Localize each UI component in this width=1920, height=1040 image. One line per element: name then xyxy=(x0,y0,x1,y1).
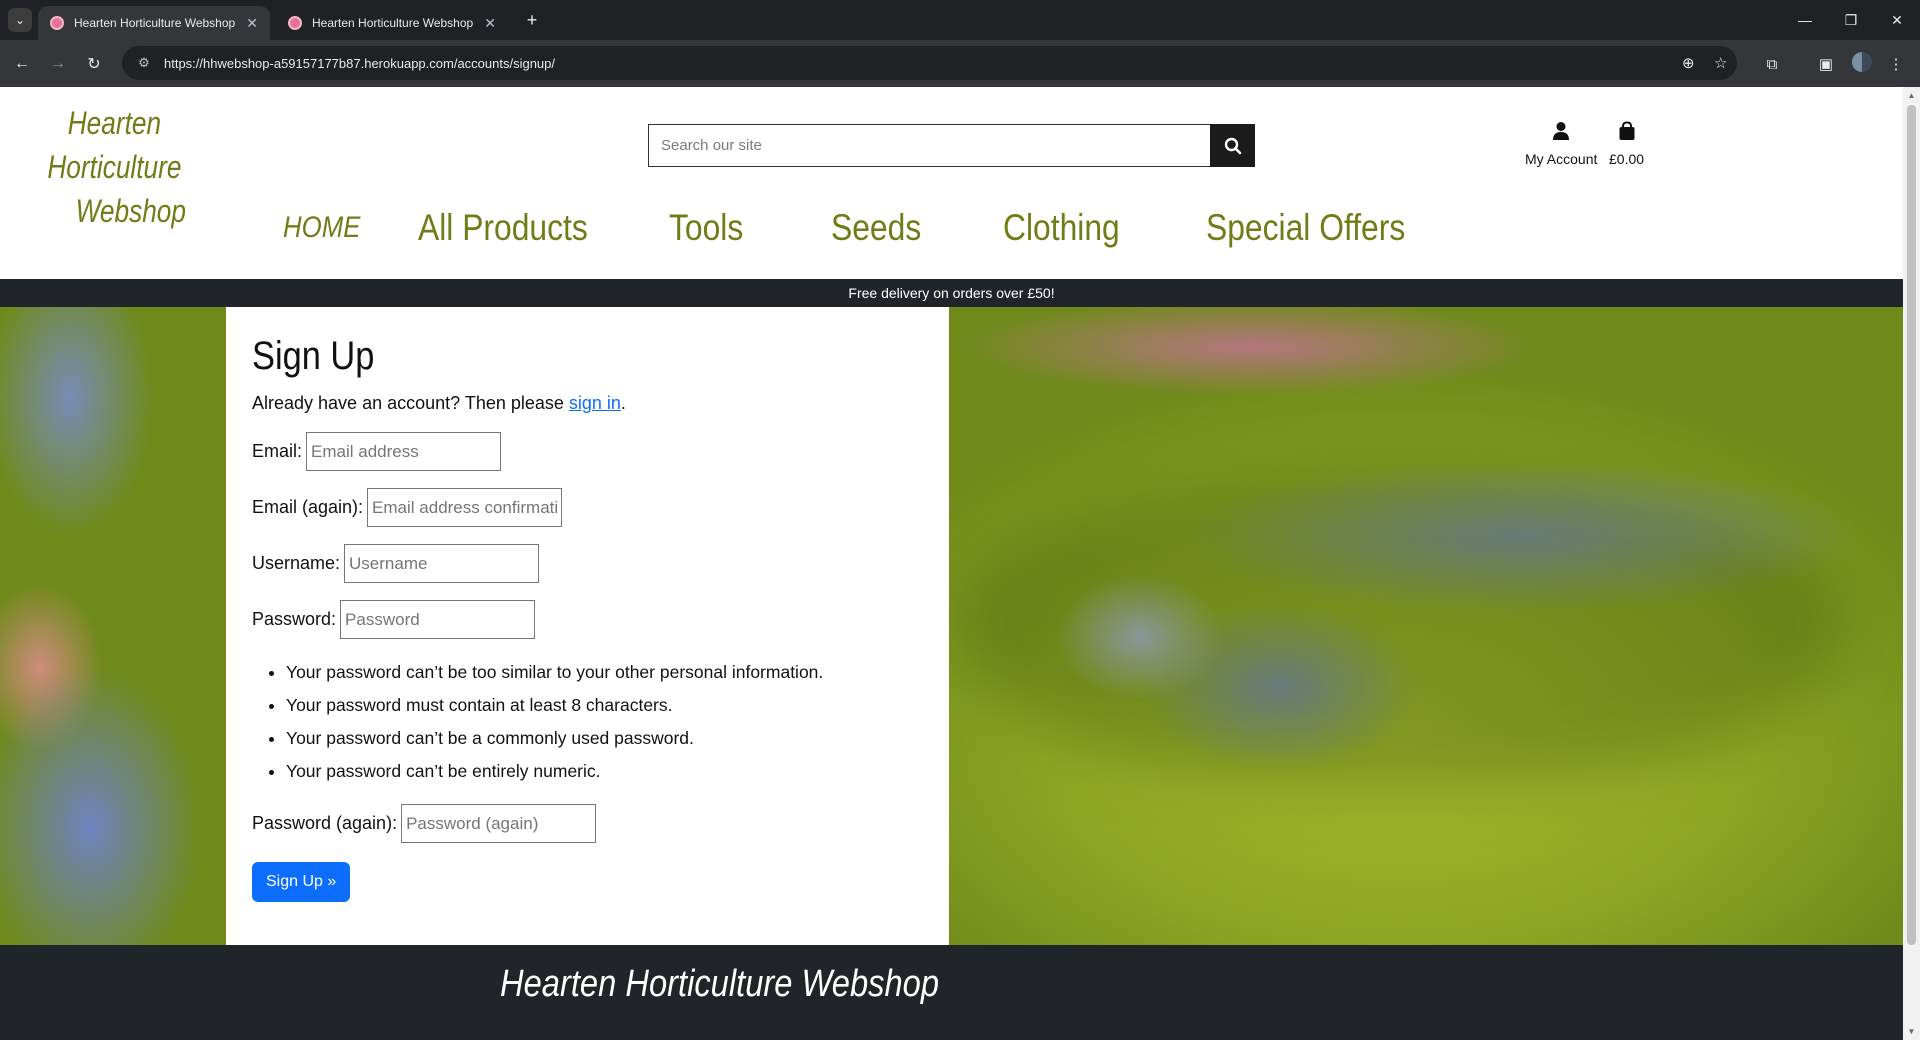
password-field[interactable] xyxy=(340,600,536,639)
tab-search-button[interactable]: ⌄ xyxy=(8,8,32,32)
extensions-icon[interactable]: ⧉ xyxy=(1758,50,1786,78)
close-tab-icon[interactable]: ✕ xyxy=(246,15,258,32)
tab-title: Hearten Horticulture Webshop xyxy=(312,16,474,30)
search-button[interactable] xyxy=(1210,124,1255,167)
username-field[interactable] xyxy=(344,544,540,583)
footer-logo-light: Webshop xyxy=(801,963,940,1005)
side-panel-icon[interactable]: ▣ xyxy=(1812,50,1840,78)
signin-prompt-text: Already have an account? Then please xyxy=(252,393,569,413)
close-tab-icon[interactable]: ✕ xyxy=(484,15,496,32)
sign-in-link[interactable]: sign in xyxy=(569,393,621,413)
browser-tab-bar: ⌄ Hearten Horticulture Webshop ✕ Hearten… xyxy=(0,0,1920,40)
password-again-field[interactable] xyxy=(401,804,597,843)
back-button[interactable]: ← xyxy=(8,50,36,78)
zoom-icon[interactable]: ⊕ xyxy=(1682,46,1695,80)
tab-title: Hearten Horticulture Webshop xyxy=(74,16,236,30)
list-item: Your password can’t be a commonly used p… xyxy=(286,722,923,755)
new-tab-button[interactable]: + xyxy=(520,8,544,32)
delivery-banner-text: Free delivery on orders over £50! xyxy=(848,285,1055,301)
site-info-icon[interactable]: ⚙ xyxy=(130,55,158,71)
browser-tab-1[interactable]: Hearten Horticulture Webshop ✕ xyxy=(38,6,270,40)
email-again-label: Email (again): xyxy=(252,497,364,517)
footer-logo-bold: Hearten Horticulture xyxy=(500,963,793,1005)
signin-prompt-suffix: . xyxy=(620,393,626,413)
my-account-label: My Account xyxy=(1525,151,1598,167)
site-footer: Hearten Horticulture Webshop xyxy=(0,945,1903,1040)
main-navigation: HOME All Products Tools Seeds Clothing S… xyxy=(0,207,1903,267)
password-rules-list: Your password can’t be too similar to yo… xyxy=(286,656,923,788)
minimize-button[interactable]: — xyxy=(1782,0,1828,40)
username-label: Username: xyxy=(252,553,341,573)
email-field[interactable] xyxy=(306,432,502,471)
signup-card: Sign Up Already have an account? Then pl… xyxy=(226,307,949,945)
email-again-field[interactable] xyxy=(367,488,563,527)
browser-toolbar: ← → ↻ ⚙ https://hhwebshop-a59157177b87.h… xyxy=(0,40,1920,87)
reload-button[interactable]: ↻ xyxy=(80,50,108,78)
menu-icon[interactable]: ⋮ xyxy=(1882,50,1910,78)
password-row: Password: xyxy=(252,600,923,639)
shopping-bag-icon xyxy=(1609,121,1644,147)
forward-button[interactable]: → xyxy=(44,50,72,78)
email-row: Email: xyxy=(252,432,923,471)
sign-up-button[interactable]: Sign Up » xyxy=(252,862,351,902)
search-icon xyxy=(1224,137,1241,154)
site-search xyxy=(648,124,1255,167)
password-again-label: Password (again): xyxy=(252,813,398,833)
search-input[interactable] xyxy=(648,124,1211,167)
nav-item-clothing[interactable]: Clothing xyxy=(1003,207,1120,249)
list-item: Your password can’t be entirely numeric. xyxy=(286,755,923,788)
password-again-row: Password (again): xyxy=(252,804,923,843)
list-item: Your password can’t be too similar to yo… xyxy=(286,656,923,689)
page-title: Sign Up xyxy=(252,334,375,378)
user-icon xyxy=(1525,121,1597,147)
close-window-button[interactable]: ✕ xyxy=(1874,0,1920,40)
browser-tab-2[interactable]: Hearten Horticulture Webshop ✕ xyxy=(276,6,508,40)
scroll-down-arrow[interactable]: ▼ xyxy=(1903,1023,1920,1040)
address-bar[interactable]: ⚙ https://hhwebshop-a59157177b87.herokua… xyxy=(122,46,1737,80)
restore-button[interactable]: ❐ xyxy=(1828,0,1874,40)
signin-prompt: Already have an account? Then please sig… xyxy=(252,393,923,414)
logo-line-1: Hearten Horticulture xyxy=(47,105,182,185)
email-again-row: Email (again): xyxy=(252,488,923,527)
username-row: Username: xyxy=(252,544,923,583)
nav-item-all-products[interactable]: All Products xyxy=(418,207,588,249)
scroll-up-arrow[interactable]: ▲ xyxy=(1903,87,1920,104)
hero-shadow xyxy=(950,467,1850,787)
list-item: Your password must contain at least 8 ch… xyxy=(286,689,923,722)
footer-logo[interactable]: Hearten Horticulture Webshop xyxy=(500,963,939,1006)
cart-link[interactable]: £0.00 xyxy=(1609,121,1644,167)
nav-item-seeds[interactable]: Seeds xyxy=(831,207,921,249)
cart-total: £0.00 xyxy=(1609,151,1645,167)
delivery-banner: Free delivery on orders over £50! xyxy=(0,279,1903,307)
bookmark-star-icon[interactable]: ☆ xyxy=(1714,46,1727,80)
page-scrollbar[interactable]: ▲ ▼ xyxy=(1903,87,1920,1040)
password-label: Password: xyxy=(252,609,337,629)
nav-item-tools[interactable]: Tools xyxy=(669,207,743,249)
url-text[interactable]: https://hhwebshop-a59157177b87.herokuapp… xyxy=(164,56,555,71)
email-label: Email: xyxy=(252,441,303,461)
flower-icon xyxy=(288,16,302,30)
web-page: Hearten Horticulture Webshop My Account … xyxy=(0,87,1903,1040)
profile-avatar[interactable] xyxy=(1852,52,1872,72)
nav-item-home[interactable]: HOME xyxy=(283,211,360,245)
my-account-link[interactable]: My Account xyxy=(1525,121,1597,167)
nav-item-special-offers[interactable]: Special Offers xyxy=(1206,207,1405,249)
scrollbar-thumb[interactable] xyxy=(1907,105,1916,945)
flower-icon xyxy=(50,16,64,30)
